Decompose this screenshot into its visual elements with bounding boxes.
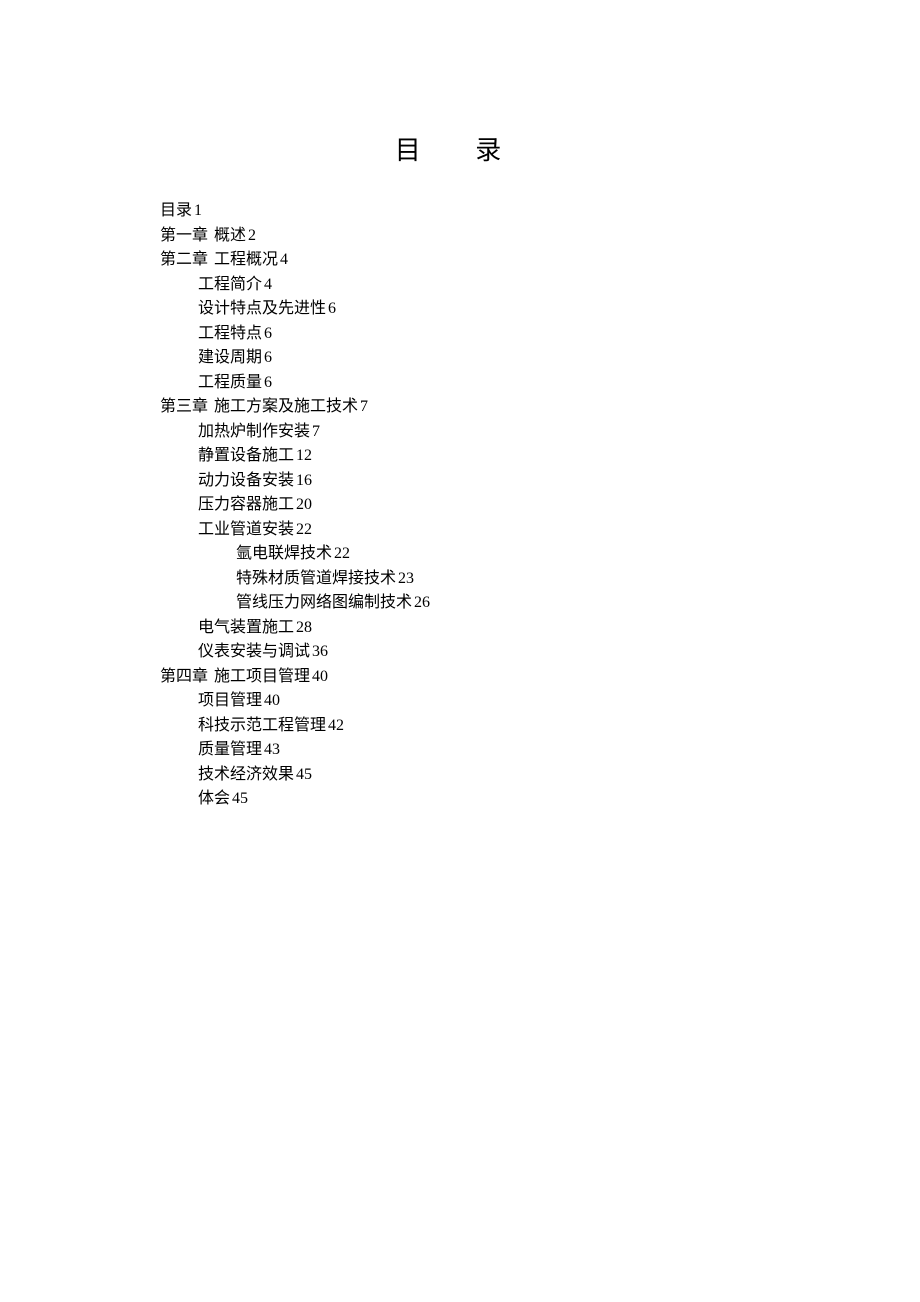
toc-entry: 技术经济效果45: [198, 763, 920, 788]
toc-entry-page: 23: [398, 570, 414, 587]
toc-chapter-label: 第一章: [160, 227, 208, 244]
toc-entry-page: 1: [194, 202, 202, 219]
toc-entry-text: 仪表安装与调试: [198, 643, 310, 660]
toc-entry-text: 施工项目管理: [214, 668, 310, 685]
toc-entry-page: 22: [296, 521, 312, 538]
toc-entry-page: 4: [280, 251, 288, 268]
toc-entry-page: 42: [328, 717, 344, 734]
toc-entry-page: 45: [232, 790, 248, 807]
toc-entry: 科技示范工程管理42: [198, 714, 920, 739]
toc-entry: 第一章概述2: [160, 224, 920, 249]
toc-entry: 电气装置施工28: [198, 616, 920, 641]
toc-entry: 工业管道安装22: [198, 518, 920, 543]
toc-entry-text: 工程质量: [198, 374, 262, 391]
toc-entry: 工程特点6: [198, 322, 920, 347]
toc-chapter-label: 第四章: [160, 668, 208, 685]
toc-entry-text: 工程特点: [198, 325, 262, 342]
toc-entry: 工程质量6: [198, 371, 920, 396]
toc-entry: 目录1: [160, 199, 920, 224]
toc-title: 目 录: [160, 130, 760, 167]
toc-entry-text: 工程概况: [214, 251, 278, 268]
toc-entry-page: 40: [312, 668, 328, 685]
toc-entry-text: 技术经济效果: [198, 766, 294, 783]
toc-entry-page: 22: [334, 545, 350, 562]
toc-entry-page: 6: [264, 325, 272, 342]
toc-entry: 第二章工程概况4: [160, 248, 920, 273]
toc-entry-text: 体会: [198, 790, 230, 807]
toc-entry-text: 氩电联焊技术: [236, 545, 332, 562]
toc-entry: 建设周期6: [198, 346, 920, 371]
toc-entry-text: 设计特点及先进性: [198, 300, 326, 317]
toc-entry-page: 40: [264, 692, 280, 709]
toc-entry: 体会45: [198, 787, 920, 812]
toc-entry: 工程简介4: [198, 273, 920, 298]
toc-entry-page: 20: [296, 496, 312, 513]
toc-entry-page: 4: [264, 276, 272, 293]
toc-chapter-label: 第三章: [160, 398, 208, 415]
toc-entry: 特殊材质管道焊接技术23: [236, 567, 920, 592]
toc-entry-page: 28: [296, 619, 312, 636]
toc-entry-text: 电气装置施工: [198, 619, 294, 636]
toc-entry: 压力容器施工20: [198, 493, 920, 518]
toc-entry-text: 工程简介: [198, 276, 262, 293]
toc-entry: 设计特点及先进性6: [198, 297, 920, 322]
toc-entry-text: 建设周期: [198, 349, 262, 366]
toc-entry-text: 概述: [214, 227, 246, 244]
toc-entry-text: 项目管理: [198, 692, 262, 709]
toc-entry-text: 管线压力网络图编制技术: [236, 594, 412, 611]
toc-entry: 静置设备施工12: [198, 444, 920, 469]
toc-entry-page: 36: [312, 643, 328, 660]
toc-entry-page: 6: [264, 374, 272, 391]
toc-entry: 质量管理43: [198, 738, 920, 763]
toc-entry: 项目管理40: [198, 689, 920, 714]
toc-entry-text: 目录: [160, 202, 192, 219]
toc-chapter-label: 第二章: [160, 251, 208, 268]
toc-entry-text: 动力设备安装: [198, 472, 294, 489]
toc-entry: 管线压力网络图编制技术26: [236, 591, 920, 616]
toc-entry: 第四章施工项目管理40: [160, 665, 920, 690]
toc-entry-page: 7: [360, 398, 368, 415]
toc-entry-page: 26: [414, 594, 430, 611]
toc-entry-text: 工业管道安装: [198, 521, 294, 538]
toc-entry-text: 加热炉制作安装: [198, 423, 310, 440]
toc-entry-text: 特殊材质管道焊接技术: [236, 570, 396, 587]
toc-entry-page: 45: [296, 766, 312, 783]
toc-entry: 加热炉制作安装7: [198, 420, 920, 445]
toc-entry-page: 12: [296, 447, 312, 464]
toc-entry-page: 7: [312, 423, 320, 440]
toc-list: 目录1第一章概述2第二章工程概况4工程简介4设计特点及先进性6工程特点6建设周期…: [160, 199, 920, 812]
toc-entry-text: 施工方案及施工技术: [214, 398, 358, 415]
toc-entry-page: 43: [264, 741, 280, 758]
toc-entry-text: 质量管理: [198, 741, 262, 758]
toc-entry: 仪表安装与调试36: [198, 640, 920, 665]
toc-entry-page: 6: [264, 349, 272, 366]
toc-entry-page: 2: [248, 227, 256, 244]
toc-entry-text: 科技示范工程管理: [198, 717, 326, 734]
toc-entry: 第三章施工方案及施工技术7: [160, 395, 920, 420]
toc-entry-text: 压力容器施工: [198, 496, 294, 513]
toc-entry-page: 6: [328, 300, 336, 317]
toc-entry: 氩电联焊技术22: [236, 542, 920, 567]
toc-entry: 动力设备安装16: [198, 469, 920, 494]
toc-entry-text: 静置设备施工: [198, 447, 294, 464]
toc-entry-page: 16: [296, 472, 312, 489]
